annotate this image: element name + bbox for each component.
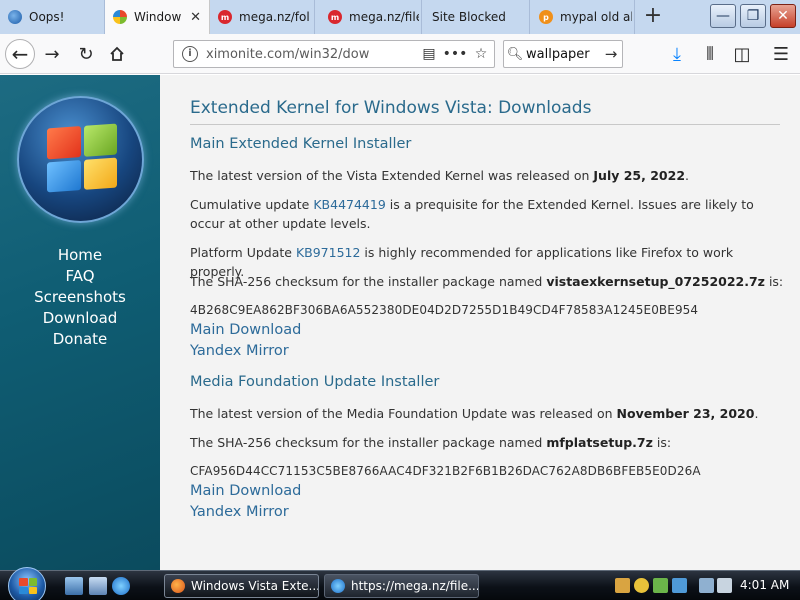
tray-shield-icon[interactable] bbox=[634, 578, 649, 593]
tab-strip: Oops! Windows Vista Extended Kernel ✕ m … bbox=[0, 0, 800, 34]
tab-title: Site Blocked bbox=[432, 10, 506, 24]
tab-title: mypal old al bbox=[560, 10, 632, 24]
star-icon[interactable]: ☆ bbox=[468, 46, 494, 62]
close-window-button[interactable]: ✕ bbox=[770, 4, 796, 28]
search-input[interactable]: wallpaper bbox=[526, 47, 600, 62]
info-icon[interactable]: i bbox=[182, 46, 198, 62]
tab-title: Windows Vista Extended Kernel bbox=[134, 10, 182, 24]
main-content: Extended Kernel for Windows Vista: Downl… bbox=[160, 75, 800, 570]
new-tab-button[interactable]: + bbox=[640, 4, 666, 30]
kernel-checksum-text: The SHA-256 checksum for the installer p… bbox=[190, 274, 784, 289]
home-icon bbox=[110, 46, 124, 61]
reload-icon: ↻ bbox=[78, 43, 94, 65]
nav-link-donate[interactable]: Donate bbox=[0, 329, 160, 350]
ie-icon[interactable] bbox=[112, 577, 130, 595]
site-nav: Home FAQ Screenshots Download Donate bbox=[0, 245, 160, 350]
kernel-yandex-mirror-link[interactable]: Yandex Mirror bbox=[190, 343, 289, 359]
mega-icon: m bbox=[218, 10, 232, 24]
tray-display-icon[interactable] bbox=[699, 578, 714, 593]
restore-button[interactable]: ❐ bbox=[740, 4, 766, 28]
windows-logo-icon bbox=[113, 10, 127, 24]
kernel-release-text: The latest version of the Vista Extended… bbox=[190, 168, 689, 183]
nav-link-faq[interactable]: FAQ bbox=[0, 266, 160, 287]
mf-release-date: November 23, 2020 bbox=[616, 406, 755, 421]
downloads-button[interactable]: ⤓ bbox=[662, 39, 692, 69]
kb4474419-link[interactable]: KB4474419 bbox=[313, 197, 385, 212]
hamburger-menu-icon: ☰ bbox=[772, 43, 790, 65]
tray-security-icon[interactable] bbox=[615, 578, 630, 593]
taskbar-clock[interactable]: 4:01 AM bbox=[740, 578, 789, 592]
kernel-prereq-text: Cumulative update KB4474419 is a prequis… bbox=[190, 197, 754, 231]
page-title: Extended Kernel for Windows Vista: Downl… bbox=[190, 98, 780, 125]
taskbar-item-label: Windows Vista Exte... bbox=[191, 579, 319, 593]
orange-icon: p bbox=[539, 10, 553, 24]
reader-view-icon[interactable]: ▤ bbox=[416, 46, 442, 62]
kb971512-link[interactable]: KB971512 bbox=[296, 245, 361, 260]
ie-icon bbox=[331, 579, 345, 593]
nav-link-screenshots[interactable]: Screenshots bbox=[0, 287, 160, 308]
nav-link-home[interactable]: Home bbox=[0, 245, 160, 266]
nav-bar: ← → ↻ i ximonite.com/win32/dow ▤ ••• ☆ 🔍… bbox=[0, 34, 800, 74]
library-icon: ⫴ bbox=[706, 43, 714, 65]
mf-package-name: mfplatsetup.7z bbox=[546, 435, 653, 450]
search-go-icon[interactable]: → bbox=[600, 45, 622, 63]
mega-icon: m bbox=[328, 10, 342, 24]
download-icon: ⤓ bbox=[673, 43, 681, 65]
minimize-button[interactable]: — bbox=[710, 4, 736, 28]
mf-sha256-hash: CFA956D44CC71153C5BE8766AAC4DF321B2F6B1B… bbox=[190, 464, 701, 478]
library-button[interactable]: ⫴ bbox=[695, 39, 725, 69]
tab-mypal[interactable]: p mypal old al bbox=[531, 0, 635, 34]
sidebar-toggle-button[interactable]: ◫ bbox=[727, 39, 757, 69]
tab-title: mega.nz/file bbox=[349, 10, 419, 24]
close-tab-icon[interactable]: ✕ bbox=[190, 10, 201, 25]
arrow-right-icon: → bbox=[44, 43, 60, 65]
home-button[interactable] bbox=[102, 39, 132, 69]
taskbar: Windows Vista Exte... https://mega.nz/fi… bbox=[0, 567, 800, 600]
mf-section-heading: Media Foundation Update Installer bbox=[190, 374, 440, 390]
back-button[interactable]: ← bbox=[5, 39, 35, 69]
sidebar-icon: ◫ bbox=[733, 43, 751, 65]
tab-oops[interactable]: Oops! bbox=[0, 0, 105, 34]
kernel-section-heading: Main Extended Kernel Installer bbox=[190, 136, 412, 152]
tab-mega-folder[interactable]: m mega.nz/folder bbox=[210, 0, 315, 34]
tray-network-icon[interactable] bbox=[672, 578, 687, 593]
reload-button[interactable]: ↻ bbox=[71, 39, 101, 69]
forward-button[interactable]: → bbox=[37, 39, 67, 69]
start-button[interactable] bbox=[8, 567, 46, 600]
search-icon: 🔍︎ bbox=[506, 46, 524, 62]
mf-yandex-mirror-link[interactable]: Yandex Mirror bbox=[190, 504, 289, 520]
kernel-release-date: July 25, 2022 bbox=[593, 168, 686, 183]
tab-title: Oops! bbox=[29, 10, 65, 24]
tab-site-blocked[interactable]: Site Blocked bbox=[424, 0, 530, 34]
site-sidebar: Home FAQ Screenshots Download Donate bbox=[0, 75, 160, 570]
kernel-sha256-hash: 4B268C9EA862BF306BA6A552380DE04D2D7255D1… bbox=[190, 303, 699, 317]
tab-title: mega.nz/folder bbox=[239, 10, 309, 24]
volume-muted-icon[interactable] bbox=[717, 578, 732, 593]
blue-swirl-icon bbox=[8, 10, 22, 24]
url-bar[interactable]: i ximonite.com/win32/dow ▤ ••• ☆ bbox=[173, 40, 495, 68]
mf-main-download-link[interactable]: Main Download bbox=[190, 483, 301, 499]
tray-app-icon[interactable] bbox=[653, 578, 668, 593]
tab-mega-file[interactable]: m mega.nz/file bbox=[320, 0, 422, 34]
kernel-main-download-link[interactable]: Main Download bbox=[190, 322, 301, 338]
switch-windows-icon[interactable] bbox=[89, 577, 107, 595]
windows-flag-icon bbox=[47, 123, 117, 193]
firefox-icon bbox=[171, 579, 185, 593]
taskbar-item-label: https://mega.nz/file... bbox=[351, 579, 479, 593]
windows-logo-icon bbox=[19, 578, 37, 594]
taskbar-item-ie[interactable]: https://mega.nz/file... bbox=[324, 574, 479, 598]
taskbar-item-firefox[interactable]: Windows Vista Exte... bbox=[164, 574, 319, 598]
page-actions-icon[interactable]: ••• bbox=[442, 46, 468, 62]
mf-checksum-text: The SHA-256 checksum for the installer p… bbox=[190, 435, 672, 450]
windows-vista-logo bbox=[17, 96, 144, 223]
tab-windows-vista[interactable]: Windows Vista Extended Kernel ✕ bbox=[105, 0, 210, 34]
mf-release-text: The latest version of the Media Foundati… bbox=[190, 406, 759, 421]
search-bar[interactable]: 🔍︎ wallpaper → bbox=[503, 40, 623, 68]
arrow-left-icon: ← bbox=[11, 42, 29, 66]
show-desktop-icon[interactable] bbox=[65, 577, 83, 595]
menu-button[interactable]: ☰ bbox=[766, 39, 796, 69]
nav-link-download[interactable]: Download bbox=[0, 308, 160, 329]
url-text[interactable]: ximonite.com/win32/dow bbox=[206, 47, 416, 62]
kernel-package-name: vistaexkernsetup_07252022.7z bbox=[546, 274, 765, 289]
